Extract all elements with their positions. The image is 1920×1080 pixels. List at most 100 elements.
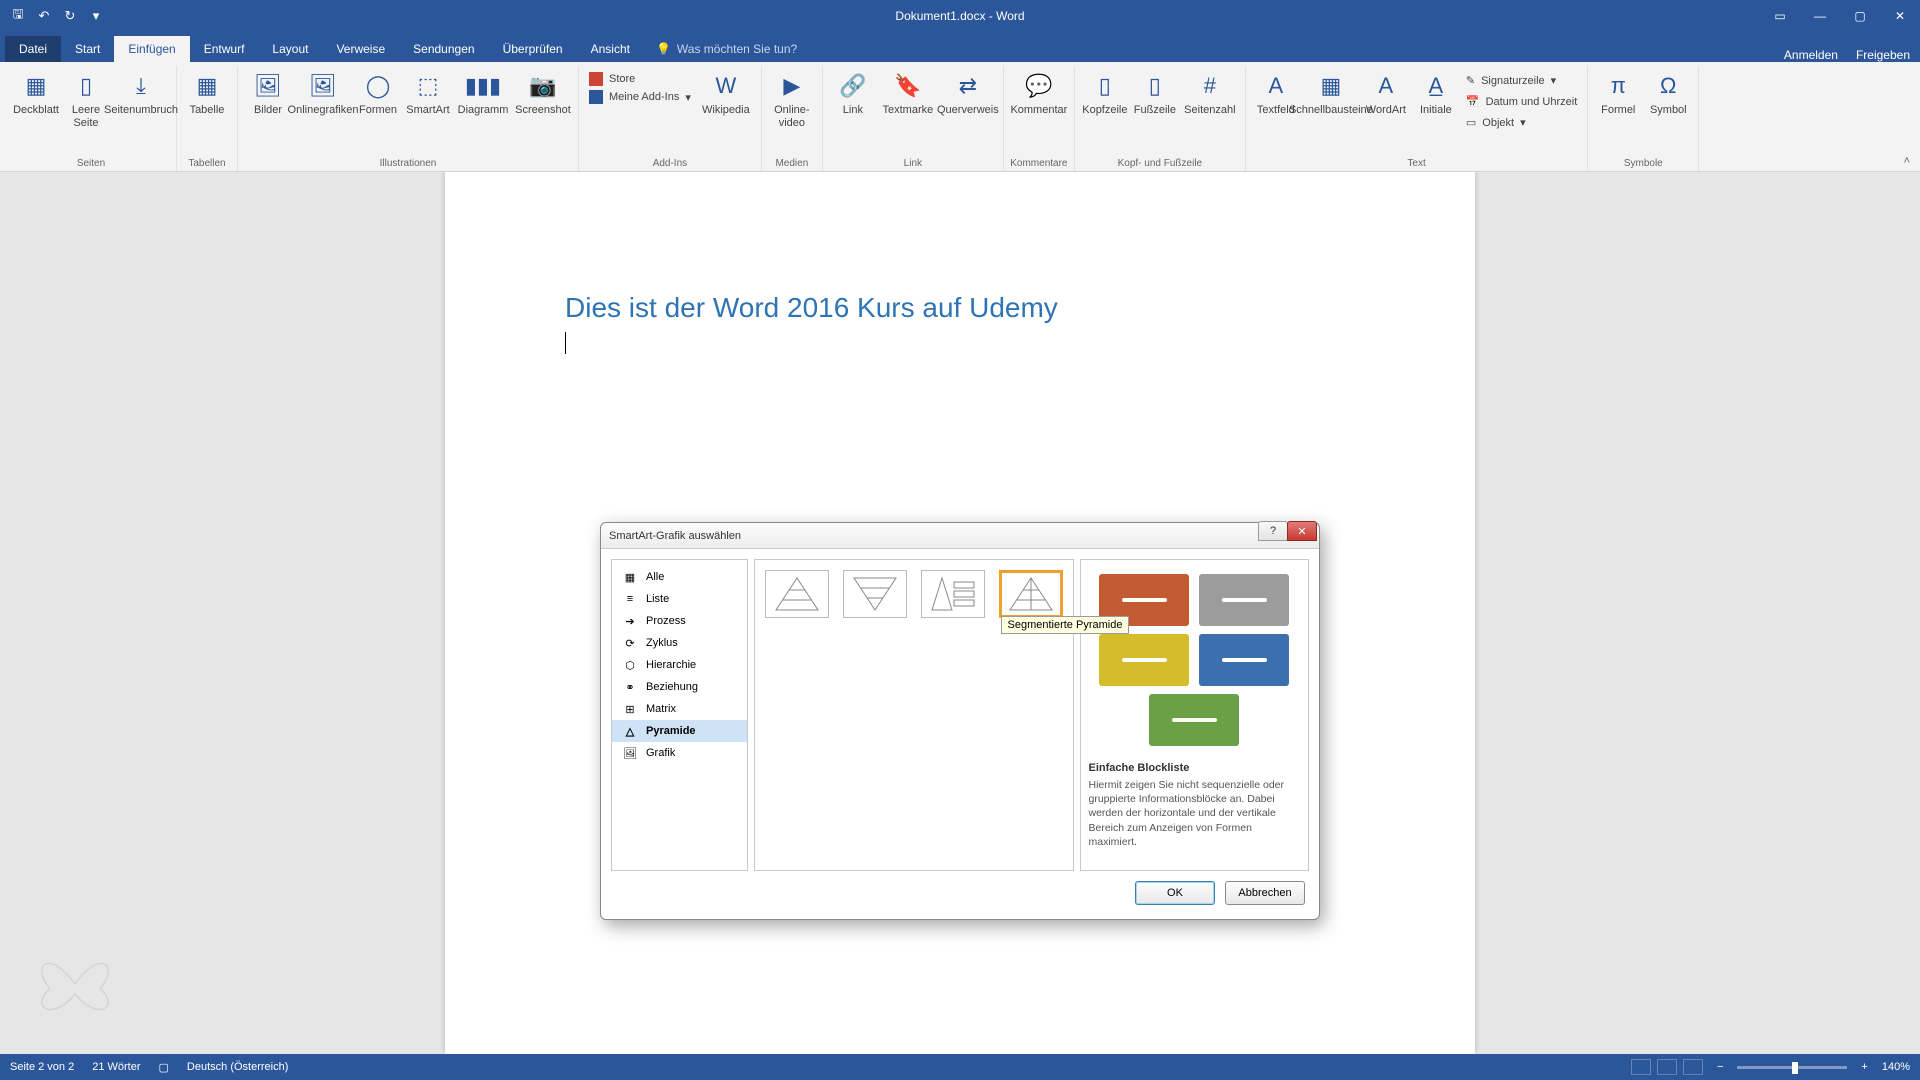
tab-mailings[interactable]: Sendungen xyxy=(399,36,488,62)
header-button[interactable]: ▯Kopfzeile xyxy=(1081,66,1129,121)
category-picture[interactable]: 🖼Grafik xyxy=(612,742,747,764)
tab-references[interactable]: Verweise xyxy=(322,36,399,62)
online-pictures-label: Onlinegrafiken xyxy=(288,104,359,117)
dialog-help-button[interactable]: ? xyxy=(1258,521,1288,541)
minimize-icon[interactable]: — xyxy=(1800,0,1840,32)
store-button[interactable]: Store xyxy=(589,72,691,86)
category-matrix[interactable]: ⊞Matrix xyxy=(612,698,747,720)
category-cycle[interactable]: ⟳Zyklus xyxy=(612,632,747,654)
signature-line-button[interactable]: ✎Signaturzeile ▾ xyxy=(1466,72,1577,89)
share-button[interactable]: Freigeben xyxy=(1856,48,1910,62)
zoom-level[interactable]: 140% xyxy=(1882,1061,1910,1073)
symbol-label: Symbol xyxy=(1650,104,1687,117)
tab-design[interactable]: Entwurf xyxy=(190,36,259,62)
category-hierarchy[interactable]: ⬡Hierarchie xyxy=(612,654,747,676)
equation-button[interactable]: πFormel xyxy=(1594,66,1642,121)
zoom-out-button[interactable]: − xyxy=(1717,1061,1723,1073)
screenshot-button[interactable]: 📷Screenshot xyxy=(514,66,572,121)
category-list-item[interactable]: ≡Liste xyxy=(612,588,747,610)
print-layout-button[interactable] xyxy=(1657,1059,1677,1075)
status-language[interactable]: Deutsch (Österreich) xyxy=(187,1061,288,1073)
ok-button[interactable]: OK xyxy=(1135,881,1215,905)
list-icon: ≡ xyxy=(622,592,638,606)
status-word-count[interactable]: 21 Wörter xyxy=(92,1061,140,1073)
quickparts-button[interactable]: ▦Schnellbausteine xyxy=(1302,66,1360,121)
cross-reference-button[interactable]: ⇄Querverweis xyxy=(939,66,997,121)
comment-label: Kommentar xyxy=(1010,104,1067,117)
maximize-icon[interactable]: ▢ xyxy=(1840,0,1880,32)
wordart-button[interactable]: AWordArt xyxy=(1362,66,1410,121)
blank-page-button[interactable]: ▯Leere Seite xyxy=(62,66,110,134)
dialog-close-button[interactable]: ✕ xyxy=(1287,521,1317,541)
tab-start[interactable]: Start xyxy=(61,36,114,62)
layout-basic-pyramid[interactable] xyxy=(765,570,829,618)
preview-description: Hiermit zeigen Sie nicht sequenzielle od… xyxy=(1089,778,1301,849)
heading-text: Dies ist der Word 2016 Kurs auf Udemy xyxy=(565,292,1355,324)
pyramid-icon: △ xyxy=(622,724,638,738)
preview-block xyxy=(1199,574,1289,626)
store-label: Store xyxy=(609,73,635,85)
page-number-button[interactable]: #Seitenzahl xyxy=(1181,66,1239,121)
cancel-button[interactable]: Abbrechen xyxy=(1225,881,1305,905)
link-label: Link xyxy=(843,104,863,117)
category-relationship[interactable]: ⚭Beziehung xyxy=(612,676,747,698)
tab-review[interactable]: Überprüfen xyxy=(489,36,577,62)
symbol-button[interactable]: ΩSymbol xyxy=(1644,66,1692,121)
video-icon: ▶ xyxy=(783,70,800,102)
online-pictures-button[interactable]: 🖼Onlinegrafiken xyxy=(294,66,352,121)
link-button[interactable]: 🔗Link xyxy=(829,66,877,121)
object-button[interactable]: ▭Objekt ▾ xyxy=(1466,114,1577,131)
layout-tooltip: Segmentierte Pyramide xyxy=(1001,616,1130,634)
tab-layout[interactable]: Layout xyxy=(258,36,322,62)
wikipedia-button[interactable]: WWikipedia xyxy=(697,66,755,121)
footer-button[interactable]: ▯Fußzeile xyxy=(1131,66,1179,121)
tab-insert[interactable]: Einfügen xyxy=(114,36,189,62)
web-layout-button[interactable] xyxy=(1683,1059,1703,1075)
comment-button[interactable]: 💬Kommentar xyxy=(1010,66,1068,121)
shapes-button[interactable]: ◯Formen xyxy=(354,66,402,121)
tell-me-placeholder: Was möchten Sie tun? xyxy=(677,42,797,56)
sign-in-link[interactable]: Anmelden xyxy=(1784,48,1838,62)
online-video-button[interactable]: ▶Online-video xyxy=(768,66,816,134)
close-icon[interactable]: ✕ xyxy=(1880,0,1920,32)
my-addins-button[interactable]: Meine Add-Ins ▾ xyxy=(589,90,691,104)
pictures-button[interactable]: 🖼Bilder xyxy=(244,66,292,121)
group-illustrations-label: Illustrationen xyxy=(244,156,572,171)
tell-me-search[interactable]: 💡 Was möchten Sie tun? xyxy=(644,36,809,62)
save-icon[interactable]: 🖫 xyxy=(10,8,26,24)
page-break-button[interactable]: ⤓Seitenumbruch xyxy=(112,66,170,121)
hierarchy-icon: ⬡ xyxy=(622,658,638,672)
group-links-label: Link xyxy=(829,156,997,171)
category-pyramid[interactable]: △Pyramide xyxy=(612,720,747,742)
category-label: Matrix xyxy=(646,703,676,715)
date-time-button[interactable]: 📅Datum und Uhrzeit xyxy=(1466,93,1577,110)
chart-button[interactable]: ▮▮▮Diagramm xyxy=(454,66,512,121)
redo-icon[interactable]: ↻ xyxy=(62,8,78,24)
category-label: Zyklus xyxy=(646,637,678,649)
category-all[interactable]: ▦Alle xyxy=(612,566,747,588)
zoom-slider[interactable] xyxy=(1737,1066,1847,1069)
layout-segmented-pyramid[interactable]: Segmentierte Pyramide xyxy=(999,570,1063,618)
undo-icon[interactable]: ↶ xyxy=(36,8,52,24)
ribbon-tab-strip: Datei Start Einfügen Entwurf Layout Verw… xyxy=(0,32,1920,62)
spellcheck-icon[interactable]: ▢ xyxy=(159,1061,169,1074)
category-process[interactable]: ➔Prozess xyxy=(612,610,747,632)
dialog-title: SmartArt-Grafik auswählen xyxy=(609,530,741,542)
dropcap-button[interactable]: A̲Initiale xyxy=(1412,66,1460,121)
ribbon-display-icon[interactable]: ▭ xyxy=(1760,0,1800,32)
read-mode-button[interactable] xyxy=(1631,1059,1651,1075)
table-button[interactable]: ▦Tabelle xyxy=(183,66,231,121)
date-icon: 📅 xyxy=(1466,95,1480,108)
zoom-in-button[interactable]: + xyxy=(1861,1061,1867,1073)
qat-customize-icon[interactable]: ▾ xyxy=(88,8,104,24)
layout-pyramid-list[interactable] xyxy=(921,570,985,618)
cover-page-button[interactable]: ▦Deckblatt xyxy=(12,66,60,121)
status-page[interactable]: Seite 2 von 2 xyxy=(10,1061,74,1073)
smartart-button[interactable]: ⬚SmartArt xyxy=(404,66,452,121)
tab-file[interactable]: Datei xyxy=(5,36,61,62)
tab-view[interactable]: Ansicht xyxy=(577,36,644,62)
layout-inverted-pyramid[interactable] xyxy=(843,570,907,618)
dialog-title-bar[interactable]: SmartArt-Grafik auswählen ? ✕ xyxy=(601,523,1319,549)
bookmark-button[interactable]: 🔖Textmarke xyxy=(879,66,937,121)
collapse-ribbon-icon[interactable]: ˄ xyxy=(1904,155,1910,167)
